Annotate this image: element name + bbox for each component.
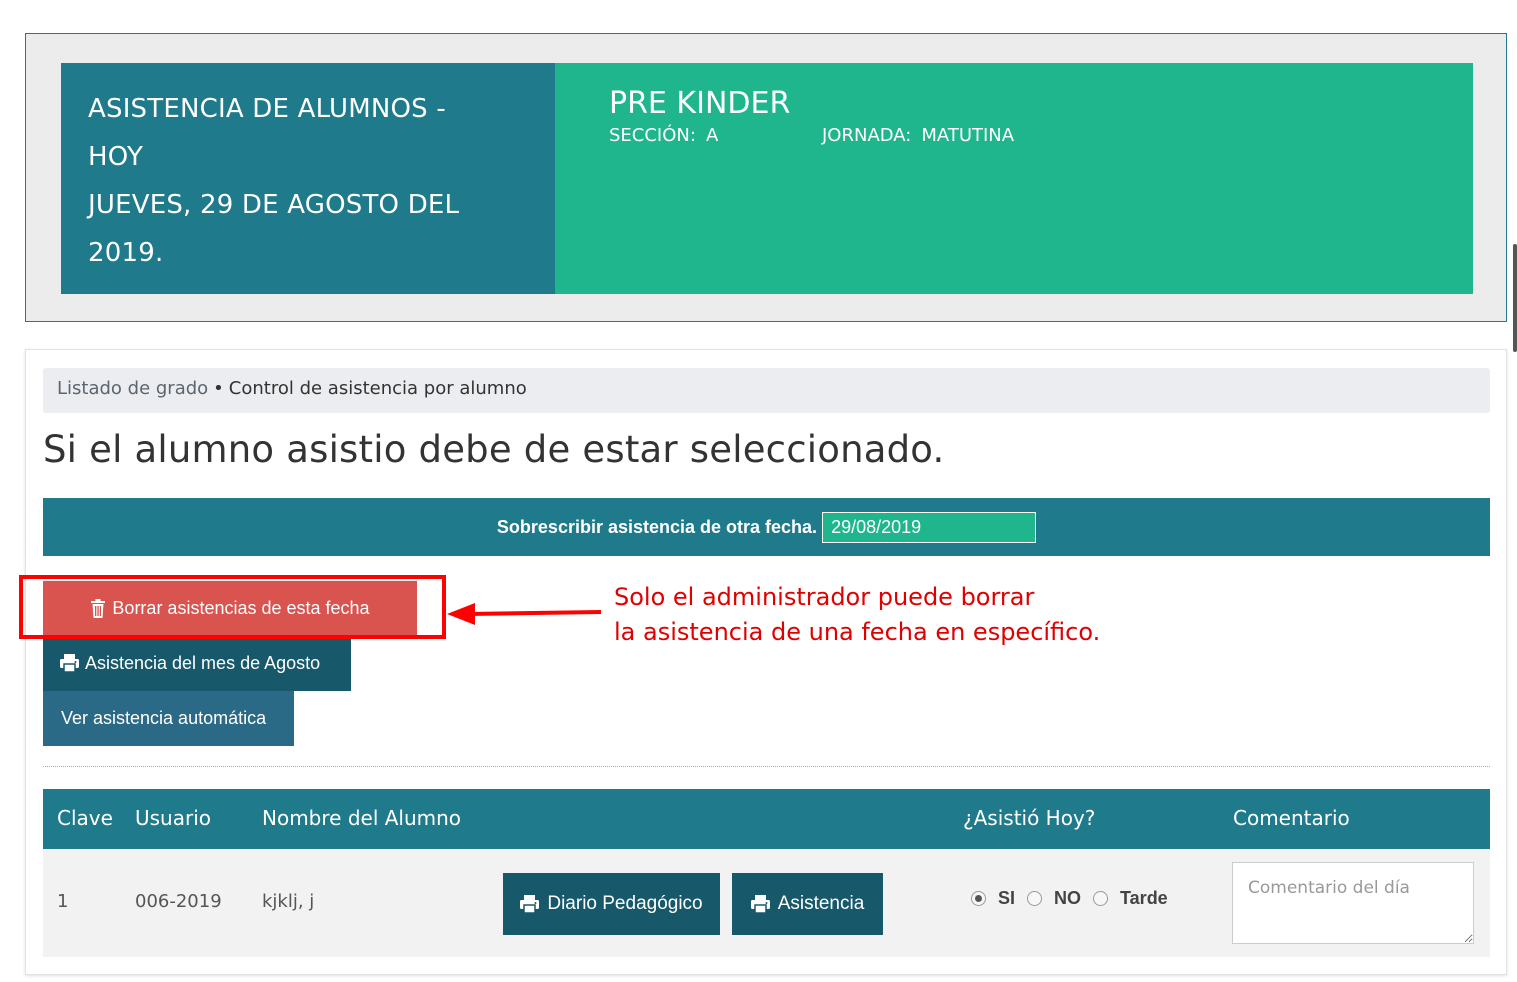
page-title: Si el alumno asistio debe de estar selec…: [43, 428, 945, 471]
breadcrumb-separator: •: [213, 378, 224, 399]
shift-label: JORNADA:: [822, 125, 912, 146]
admin-note: Solo el administrador puede borrar la as…: [614, 580, 1100, 650]
header-key: Clave: [57, 806, 113, 830]
radio-tarde[interactable]: [1093, 891, 1109, 906]
admin-note-line1: Solo el administrador puede borrar: [614, 583, 1035, 611]
attendance-radio-group: SI NO Tarde: [971, 888, 1180, 909]
month-attendance-label: Asistencia del mes de Agosto: [85, 652, 321, 673]
comment-field[interactable]: [1232, 862, 1474, 944]
delete-attendance-button[interactable]: Borrar asistencias de esta fecha: [43, 581, 417, 635]
date-override-label: Sobrescribir asistencia de otra fecha.: [496, 516, 818, 537]
shift-value: MATUTINA: [921, 125, 1015, 146]
breadcrumb-current: Control de asistencia por alumno: [228, 378, 527, 399]
header-name: Nombre del Alumno: [262, 806, 462, 830]
divider: [43, 766, 1490, 767]
section-label: SECCIÓN:: [609, 125, 696, 146]
radio-si-label: SI: [998, 888, 1016, 908]
table-row: 1 006-2019 kjklj, j Diario Pedagógico As…: [43, 849, 1490, 957]
header-attended: ¿Asistió Hoy?: [963, 806, 1096, 830]
date-override-input[interactable]: [822, 511, 1037, 543]
banner-date-line2: 2019.: [88, 238, 164, 268]
attendance-card: Listado de grado • Control de asistencia p…: [19, 349, 1507, 975]
row-user: 006-2019: [135, 891, 222, 912]
radio-no-label: NO: [1054, 888, 1082, 908]
banner-date-panel: ASISTENCIA DE ALUMNOS - HOY JUEVES, 29 D…: [61, 63, 555, 294]
row-key: 1: [57, 891, 69, 912]
banner-title-line1: ASISTENCIA DE ALUMNOS -: [88, 94, 446, 124]
banner-title-line2: HOY: [88, 142, 144, 172]
scrollbar[interactable]: [1513, 244, 1517, 352]
arrow-left-icon: [447, 603, 602, 625]
radio-si[interactable]: [971, 891, 986, 906]
radio-tarde-label: Tarde: [1120, 888, 1168, 908]
month-attendance-button[interactable]: Asistencia del mes de Agosto: [43, 635, 351, 691]
section-info: SECCIÓN: A: [609, 125, 822, 146]
attendance-banner: ASISTENCIA DE ALUMNOS - HOY JUEVES, 29 D…: [25, 33, 1507, 322]
grade-info: SECCIÓN: A JORNADA: MATUTINA: [609, 125, 1473, 146]
printer-icon: [60, 654, 79, 672]
admin-note-line2: la asistencia de una fecha en específico…: [614, 618, 1101, 646]
delete-attendance-label: Borrar asistencias de esta fecha: [112, 597, 370, 618]
attendance-print-label: Asistencia: [777, 893, 865, 914]
section-value: A: [705, 125, 719, 146]
diary-button[interactable]: Diario Pedagógico: [503, 873, 720, 935]
breadcrumb-link-grade-list[interactable]: Listado de grado: [57, 378, 208, 399]
row-name: kjklj, j: [262, 891, 315, 912]
banner-grade-panel: PRE KINDER SECCIÓN: A JORNADA: MATUTINA: [555, 63, 1473, 294]
date-override-bar: Sobrescribir asistencia de otra fecha.: [43, 498, 1490, 556]
auto-attendance-button[interactable]: Ver asistencia automática: [43, 691, 294, 746]
attendance-print-button[interactable]: Asistencia: [732, 873, 883, 935]
trash-icon: [90, 598, 106, 618]
printer-icon: [520, 895, 540, 913]
shift-info: JORNADA: MATUTINA: [822, 125, 1014, 146]
banner-date-line1: JUEVES, 29 DE AGOSTO DEL: [88, 190, 460, 220]
auto-attendance-label: Ver asistencia automática: [61, 708, 267, 728]
header-comment: Comentario: [1233, 806, 1350, 830]
printer-icon: [750, 895, 770, 913]
diary-button-label: Diario Pedagógico: [547, 893, 703, 914]
table-header: Clave Usuario Nombre del Alumno ¿Asistió…: [43, 789, 1490, 849]
radio-no[interactable]: [1027, 891, 1043, 906]
grade-title: PRE KINDER: [609, 86, 791, 121]
breadcrumb: Listado de grado • Control de asistencia p…: [43, 368, 1490, 413]
header-user: Usuario: [135, 806, 212, 830]
